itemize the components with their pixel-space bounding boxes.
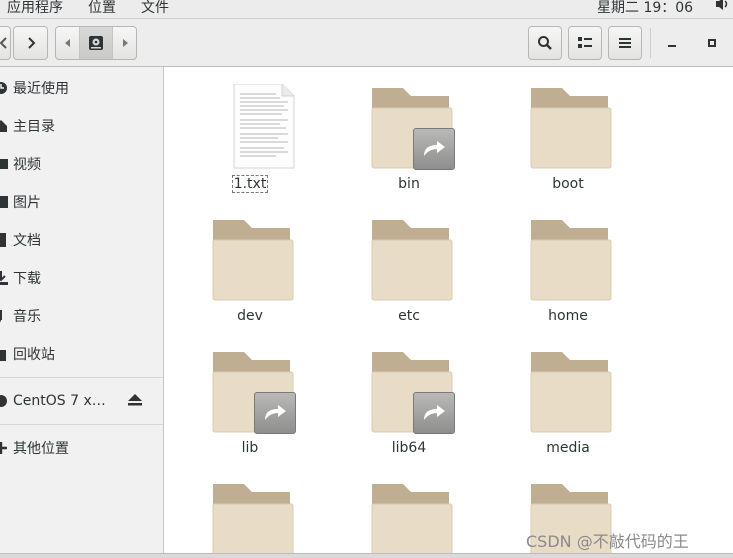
- picture-icon: [0, 195, 8, 209]
- top-panel: 应用程序 位置 文件 星期二 19：06: [0, 0, 733, 19]
- file-name: lib64: [391, 440, 427, 456]
- chevron-right-icon: [27, 37, 35, 49]
- sidebar-item-downloads[interactable]: 下载: [0, 261, 163, 295]
- music-icon: [0, 309, 8, 323]
- maximize-button[interactable]: [697, 28, 727, 58]
- file-name: 1.txt: [231, 175, 269, 193]
- file-item-1-txt[interactable]: 1.txt: [180, 68, 320, 196]
- video-icon: [0, 157, 8, 171]
- file-name: home: [548, 308, 588, 324]
- applications-menu[interactable]: 应用程序: [7, 0, 63, 17]
- file-item-home[interactable]: home: [498, 200, 638, 328]
- triangle-left-icon: [64, 39, 70, 47]
- sidebar: 最近使用 主目录 视频 图片 文档 下载 音乐 回收站 CentOS 7 x… …: [0, 67, 164, 558]
- header-bar: [0, 19, 733, 67]
- speaker-icon[interactable]: [713, 0, 733, 13]
- menu-button[interactable]: [608, 26, 642, 60]
- clock[interactable]: 星期二 19：06: [597, 0, 693, 17]
- file-item[interactable]: [339, 464, 479, 553]
- file-item-etc[interactable]: etc: [339, 200, 479, 328]
- file-name: bin: [398, 176, 420, 192]
- eject-icon[interactable]: [128, 394, 142, 410]
- plus-icon: [0, 441, 8, 455]
- file-name: boot: [552, 176, 584, 192]
- folder-icon: [369, 84, 455, 170]
- file-name: etc: [398, 308, 420, 324]
- file-name: lib: [241, 440, 259, 456]
- sidebar-item-label: 回收站: [13, 347, 55, 363]
- symlink-icon: [413, 128, 455, 170]
- sidebar-item-label: 文档: [13, 233, 41, 249]
- sidebar-item-other-locations[interactable]: 其他位置: [0, 431, 163, 465]
- clock-icon: [0, 81, 8, 95]
- file-name: media: [546, 440, 590, 456]
- view-toggle-button[interactable]: [568, 26, 602, 60]
- download-icon: [0, 271, 8, 285]
- sidebar-item-label: CentOS 7 x…: [13, 393, 106, 409]
- home-icon: [0, 119, 8, 133]
- folder-icon: [369, 216, 455, 302]
- sidebar-item-label: 音乐: [13, 309, 41, 325]
- hard-disk-icon: [89, 36, 103, 50]
- file-item-boot[interactable]: boot: [498, 68, 638, 196]
- list-view-icon: [578, 37, 592, 48]
- sidebar-separator: [0, 377, 163, 378]
- status-bar: [0, 553, 733, 558]
- minimize-icon: [668, 45, 676, 47]
- sidebar-item-label: 视频: [13, 157, 41, 173]
- sidebar-item-label: 下载: [13, 271, 41, 287]
- search-button[interactable]: [528, 26, 562, 60]
- sidebar-item-label: 其他位置: [13, 441, 69, 457]
- folder-icon: [210, 480, 296, 553]
- symlink-icon: [254, 392, 296, 434]
- maximize-icon: [708, 39, 716, 47]
- path-next-button[interactable]: [112, 27, 136, 59]
- minimize-button[interactable]: [657, 28, 687, 58]
- sidebar-item-videos[interactable]: 视频: [0, 147, 163, 181]
- sidebar-separator: [0, 424, 163, 425]
- file-menu[interactable]: 文件: [141, 0, 169, 17]
- hamburger-menu-icon: [619, 38, 631, 48]
- chevron-left-icon: [0, 37, 7, 49]
- text-file-icon: [210, 83, 296, 170]
- sidebar-item-pictures[interactable]: 图片: [0, 185, 163, 219]
- document-icon: [0, 233, 8, 247]
- folder-icon: [528, 348, 614, 434]
- back-button[interactable]: [0, 26, 11, 60]
- file-item-lib64[interactable]: lib64: [339, 332, 479, 460]
- sidebar-item-recent[interactable]: 最近使用: [0, 71, 163, 105]
- symlink-icon: [413, 392, 455, 434]
- header-separator: [650, 28, 651, 58]
- disc-icon: [0, 394, 8, 408]
- triangle-right-icon: [122, 39, 128, 47]
- sidebar-item-label: 最近使用: [13, 81, 69, 97]
- watermark: CSDN @不敲代码的王: [526, 532, 689, 551]
- places-menu[interactable]: 位置: [88, 0, 116, 17]
- file-item-lib[interactable]: lib: [180, 332, 320, 460]
- path-prev-button[interactable]: [56, 27, 80, 59]
- file-grid: 1.txt bin boot dev etc home lib lib64 me…: [165, 67, 733, 553]
- sidebar-item-documents[interactable]: 文档: [0, 223, 163, 257]
- search-icon: [538, 36, 552, 50]
- file-item-dev[interactable]: dev: [180, 200, 320, 328]
- sidebar-item-home[interactable]: 主目录: [0, 109, 163, 143]
- sidebar-item-label: 主目录: [13, 119, 55, 135]
- folder-icon: [528, 216, 614, 302]
- folder-icon: [528, 84, 614, 170]
- sidebar-item-trash[interactable]: 回收站: [0, 337, 163, 371]
- sidebar-item-label: 图片: [13, 195, 41, 211]
- file-item[interactable]: [180, 464, 320, 553]
- trash-icon: [0, 347, 8, 361]
- folder-icon: [210, 216, 296, 302]
- folder-icon: [369, 348, 455, 434]
- file-name: dev: [237, 308, 263, 324]
- file-item-media[interactable]: media: [498, 332, 638, 460]
- folder-icon: [210, 348, 296, 434]
- path-root-button[interactable]: [80, 27, 112, 59]
- sidebar-item-music[interactable]: 音乐: [0, 299, 163, 333]
- forward-button[interactable]: [13, 26, 48, 60]
- folder-icon: [369, 480, 455, 553]
- path-bar: [55, 26, 137, 60]
- file-item-bin[interactable]: bin: [339, 68, 479, 196]
